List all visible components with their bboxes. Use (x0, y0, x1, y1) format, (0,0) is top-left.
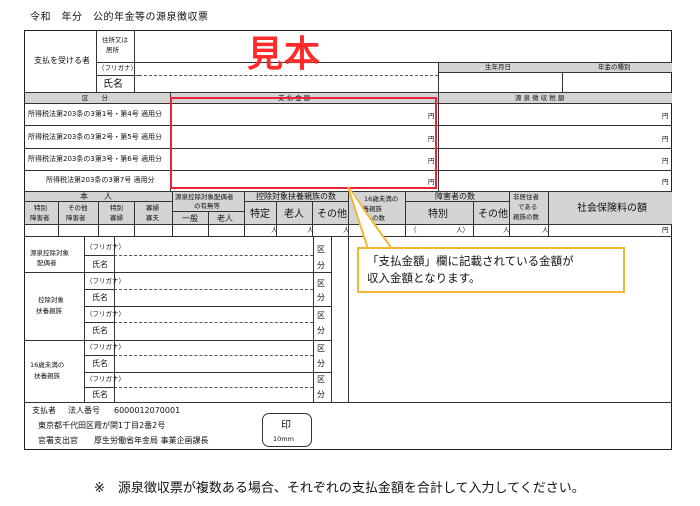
family-furigana-1: （フリガナ） (86, 243, 125, 251)
dependents-specific: 特定 (250, 209, 270, 220)
bun-2: 分 (317, 293, 325, 302)
office-name: 厚生労働省年金局 事業企画課長 (94, 436, 209, 445)
form-title: 令和 年分 公的年金等の源泉徴収票 (30, 12, 209, 23)
row-label-3: 所得税法第203条の3第3号・第6号 適用分 (28, 155, 162, 163)
special-widow-label-2: 寡婦 (110, 214, 123, 222)
row-label-4: 所得税法第203条の3第7号 適用分 (46, 176, 155, 184)
tax-unit-3: 円 (662, 157, 669, 165)
kubun-5: 区 (317, 375, 325, 384)
unit-person-5: 人 (542, 226, 549, 234)
family-dependent-label: 控除対象 (38, 296, 64, 304)
kubun-3: 区 (317, 311, 325, 320)
dependents-label: 控除対象扶養親族の数 (256, 192, 336, 201)
payee-label: 支払を受ける者 (34, 56, 90, 65)
family-furigana-4: （フリガナ） (86, 343, 125, 351)
family-furigana-3: （フリガナ） (86, 310, 125, 318)
kubun-4: 区 (317, 344, 325, 353)
family-furigana-2: （フリガナ） (86, 277, 125, 285)
bun-4: 分 (317, 359, 325, 368)
seal-size: 10mm (273, 435, 294, 443)
birthdate-label: 生年月日 (485, 63, 511, 71)
corp-number: 6000012070001 (114, 406, 181, 415)
payer-address: 東京都千代田区霞が関1丁目2番2号 (38, 421, 166, 430)
nonresident-label-3: 親族の数 (513, 213, 539, 221)
nonresident-label: 非居住者 (513, 193, 539, 201)
family-name-2: 氏名 (92, 293, 108, 302)
spouse-label: 源泉控除対象配偶者 (175, 193, 234, 201)
address-label: 住所又は (102, 36, 128, 44)
kubun-2: 区 (317, 279, 325, 288)
callout-text-line2: 収入金額となります。 (367, 271, 481, 285)
family-name-3: 氏名 (92, 326, 108, 335)
spouse-general: 一般 (182, 214, 198, 223)
address-label-2: 居所 (106, 46, 119, 54)
tax-unit-2: 円 (662, 135, 669, 143)
spouse-label-2: の有無等 (194, 202, 220, 210)
sample-stamp: 見本 (247, 33, 322, 75)
kubun-1: 区 (317, 245, 325, 254)
disabled-other: その他 (478, 209, 508, 220)
payment-amount-highlight (170, 97, 437, 189)
unit-person-1: 人 (271, 226, 278, 234)
unit-person-4: 人 (503, 226, 510, 234)
family-spouse-label: 源泉控除対象 (30, 249, 69, 257)
withholding-tax-header: 源 泉 徴 収 税 額 (515, 94, 565, 102)
widow-label-2: 寡夫 (146, 214, 159, 222)
payer-label: 支払者 (32, 406, 56, 415)
unit-person-2: 人 (307, 226, 314, 234)
nonresident-label-2: である (518, 203, 538, 211)
family-name-4: 氏名 (92, 359, 108, 368)
tax-unit-4: 円 (662, 178, 669, 186)
dependents-elderly: 老人 (284, 209, 304, 220)
self-label: 本 人 (80, 192, 112, 201)
other-disabled-label: その他 (68, 204, 88, 212)
seal-label: 印 (281, 420, 291, 431)
bun-5: 分 (317, 390, 325, 399)
unit-yen-social: 円 (662, 226, 669, 234)
footer-note: ※ 源泉徴収票が複数ある場合、それぞれの支払金額を合計して入力してください。 (94, 481, 585, 496)
family-spouse-label-2: 配偶者 (37, 259, 57, 267)
family-name-5: 氏名 (92, 390, 108, 399)
bun-1: 分 (317, 261, 325, 270)
callout-box: 「支払金額」欄に記載されている金額が 収入金額となります。 (357, 247, 625, 293)
category-header: 区 分 (82, 94, 108, 102)
row-label-2: 所得税法第203条の3第2号・第5号 適用分 (28, 133, 162, 141)
special-disabled-label: 特別 (34, 204, 47, 212)
bun-3: 分 (317, 326, 325, 335)
widow-label: 寡婦 (146, 204, 159, 212)
family-name-1: 氏名 (92, 260, 108, 269)
family-dependent-label-2: 扶養親族 (36, 307, 62, 315)
family-under16-label-2: 扶養親族 (34, 372, 60, 380)
spouse-elderly: 老人 (217, 214, 233, 223)
row-label-1: 所得税法第203条の3第1号・第4号 適用分 (28, 110, 162, 118)
office-prefix: 官署支出官 (38, 436, 78, 445)
special-widow-label: 特別 (110, 204, 123, 212)
other-disabled-label-2: 障害者 (66, 214, 86, 222)
name-label: 氏名 (103, 79, 123, 90)
callout-text-line1: 「支払金額」欄に記載されている金額が (367, 254, 574, 268)
family-furigana-5: （フリガナ） (86, 375, 125, 383)
tax-unit-1: 円 (662, 112, 669, 120)
social-insurance-label: 社会保険料の額 (577, 203, 647, 214)
furigana-label: （フリガナ） (98, 64, 137, 72)
corp-number-label: 法人番号 (68, 406, 100, 415)
family-under16-label: 16歳未満の (30, 361, 65, 369)
pension-type-label: 年金の種別 (598, 63, 631, 71)
special-disabled-label-2: 障害者 (30, 214, 50, 222)
